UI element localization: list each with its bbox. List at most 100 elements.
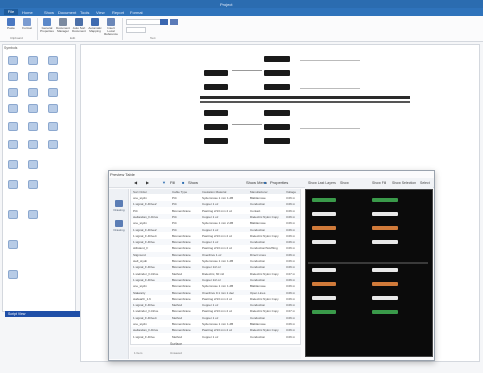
symbol-thumbnail[interactable] [48, 72, 58, 81]
table-row[interactable]: Pt4 Biomembrane Pasttrog 2/13 mm 2 oz Conta… [131, 208, 300, 214]
symbol-thumbnail[interactable] [8, 180, 18, 189]
symbol-thumbnail[interactable] [8, 104, 18, 113]
table-row[interactable]: Stigmund Biomembrane Overdrive 1 oz Direct … [131, 251, 300, 258]
show-button[interactable]: Show [188, 180, 198, 185]
schematic-component[interactable] [204, 84, 228, 90]
table-row[interactable]: 1 stelindor_F-Drive Biomembrane Pasttrog 2… [131, 308, 300, 314]
align-icon[interactable] [160, 19, 168, 25]
table-row[interactable]: 1 stelindor_F-Drive Method Dielectric, 60 … [131, 271, 300, 277]
table-row[interactable]: one_stydn Biomembrane Sydemnose 1 mm 1 dB B… [131, 321, 300, 327]
table-row[interactable]: 1 signal_F-Drive Biomembrane Copper 1/2 oz… [131, 276, 300, 283]
show-last-layers-button[interactable]: Show Last Layers [308, 181, 336, 185]
symbol-thumbnail[interactable] [8, 160, 18, 169]
column-header[interactable]: Sort Order [133, 190, 147, 194]
dialog-title: Preview Table [110, 172, 135, 177]
table-row[interactable]: stellandan_F-Drive Pt4 Copper 1 oz Dielectr… [131, 213, 300, 220]
table-row[interactable]: 1 signal_F-Drive4 Biomembrane Pasttrog 2/1… [131, 233, 300, 239]
symbol-thumbnail[interactable] [28, 180, 38, 189]
table-row[interactable]: 1 signal_F-Drive Method Copper 1 oz Conduct… [131, 334, 300, 340]
schematic-component[interactable] [264, 138, 290, 144]
column-header[interactable]: Insulation Material [202, 190, 226, 194]
column-header[interactable]: Voltage [286, 190, 296, 194]
menu-report[interactable]: Report [112, 10, 124, 15]
menu-document[interactable]: Document [58, 10, 76, 15]
table-row[interactable]: 1 signal_F-Drive2 Pt4 Copper 1 oz Conductio… [131, 201, 300, 207]
symbol-thumbnail[interactable] [48, 122, 58, 131]
symbol-thumbnail[interactable] [8, 240, 18, 249]
properties-button[interactable]: Properties [270, 180, 288, 185]
table-row[interactable]: stalwarth_1.6 Biomembrane Pasttrog 2/13 mm… [131, 296, 300, 302]
back-icon[interactable]: ◀ [134, 180, 137, 185]
symbol-thumbnail[interactable] [28, 104, 38, 113]
symbol-thumbnail[interactable] [48, 56, 58, 65]
symbol-thumbnail[interactable] [28, 210, 38, 219]
format-button[interactable]: Format [20, 18, 34, 35]
show-icon[interactable]: ■ [182, 180, 184, 185]
auto-sort-button[interactable]: Auto Sort Document [72, 18, 86, 35]
schematic-component[interactable] [264, 84, 290, 90]
schematic-component[interactable] [264, 56, 290, 62]
schematic-component[interactable] [264, 124, 290, 130]
column-header[interactable]: Manufacturer [250, 190, 268, 194]
symbol-thumbnail[interactable] [48, 104, 58, 113]
insert-local-reference-button[interactable]: Insert Local Reference [104, 18, 118, 36]
general-properties-button[interactable]: General Properties [40, 18, 54, 35]
symbol-thumbnail[interactable] [28, 72, 38, 81]
schematic-component[interactable] [264, 110, 290, 116]
menu-tools[interactable]: Tools [80, 10, 89, 15]
fill-button[interactable]: Fill [170, 180, 175, 185]
symbol-thumbnail[interactable] [48, 140, 58, 149]
table-row[interactable]: stellandan_F-Drive Biomembrane Pasttrog 2/… [131, 327, 300, 333]
symbol-thumbnail[interactable] [28, 160, 38, 169]
symbol-thumbnail[interactable] [8, 210, 18, 219]
table-row[interactable]: 1 signal_F-Drive Method Copper 1 oz Conduct… [131, 302, 300, 308]
table-row[interactable]: one_stydn Pt4 Sydemnose 1 mm 1 dB Blablamos… [131, 195, 300, 201]
table-row[interactable]: stell_stydn Biomembrane Sydemnose 1 mm 1 d… [131, 258, 300, 264]
schematic-component[interactable] [204, 138, 228, 144]
paste-button[interactable]: Paste [4, 18, 18, 35]
symbol-thumbnail[interactable] [8, 56, 18, 65]
select-button[interactable]: Select [420, 181, 430, 185]
column-header[interactable]: Cable Type [172, 190, 187, 194]
table-row[interactable]: Stalwarty Biomembrane Overdrive 0.1 mm 1 d… [131, 289, 300, 295]
symbol-thumbnail[interactable] [8, 88, 18, 97]
document-manager-button[interactable]: Document Manager [56, 18, 70, 35]
sidebar-item-drawing[interactable]: Drawing [111, 200, 127, 212]
text-style-icon[interactable] [170, 19, 178, 25]
automatic-mapping-button[interactable]: Automatic Mapping [88, 18, 102, 35]
menu-home[interactable]: Home [22, 10, 33, 15]
schematic-component[interactable] [204, 70, 228, 76]
table-row[interactable]: one_stydn Biomembrane Sydemnose 1 mm 1 dB B… [131, 283, 300, 289]
menu-view[interactable]: View [96, 10, 105, 15]
show-fill-button[interactable]: Show Fill [372, 181, 386, 185]
symbol-thumbnail[interactable] [48, 88, 58, 97]
font-size-selector[interactable] [126, 27, 146, 33]
schematic-component[interactable] [264, 70, 290, 76]
symbol-thumbnail[interactable] [8, 270, 18, 279]
symbol-thumbnail[interactable] [28, 88, 38, 97]
menu-format[interactable]: Format [130, 10, 143, 15]
show-button[interactable]: Show [340, 181, 349, 185]
table-row[interactable]: stillstand_F Biomembrane Pasttrog 2/13 mm … [131, 245, 300, 251]
symbol-thumbnail[interactable] [28, 122, 38, 131]
symbol-thumbnail[interactable] [28, 140, 38, 149]
ribbon-group-clipboard: Clipboard [10, 36, 23, 40]
file-tab[interactable]: File [4, 9, 18, 15]
symbol-thumbnail[interactable] [8, 72, 18, 81]
table-row[interactable]: 1 signal_F-Drive2 Pt4 Copper 1 oz Conductio… [131, 226, 300, 232]
sidebar-item-drawing[interactable]: Drawing [111, 220, 127, 232]
schematic-component[interactable] [204, 124, 228, 130]
table-row[interactable]: one_stydn Pt4 Sydemnose 1 mm 2 dB Blablamos… [131, 220, 300, 226]
properties-icon[interactable]: ■ [264, 180, 266, 185]
table-row[interactable]: 1 signal_F-Drive Biomembrane Copper 1 oz Co… [131, 239, 300, 245]
show-selection-button[interactable]: Show Selection [392, 181, 416, 185]
symbol-thumbnail[interactable] [28, 56, 38, 65]
schematic-component[interactable] [204, 110, 228, 116]
filter-icon[interactable]: ▼ [162, 180, 166, 185]
forward-icon[interactable]: ▶ [146, 180, 149, 185]
menu-show[interactable]: Show [44, 10, 54, 15]
symbol-thumbnail[interactable] [8, 122, 18, 131]
symbol-thumbnail[interactable] [8, 140, 18, 149]
table-row[interactable]: 1 signal_F-Drive4 Method Copper 1 oz Conduc… [131, 314, 300, 321]
table-row[interactable]: 1 signal_F-Drive Biomembrane Copper 1/2 oz… [131, 264, 300, 270]
